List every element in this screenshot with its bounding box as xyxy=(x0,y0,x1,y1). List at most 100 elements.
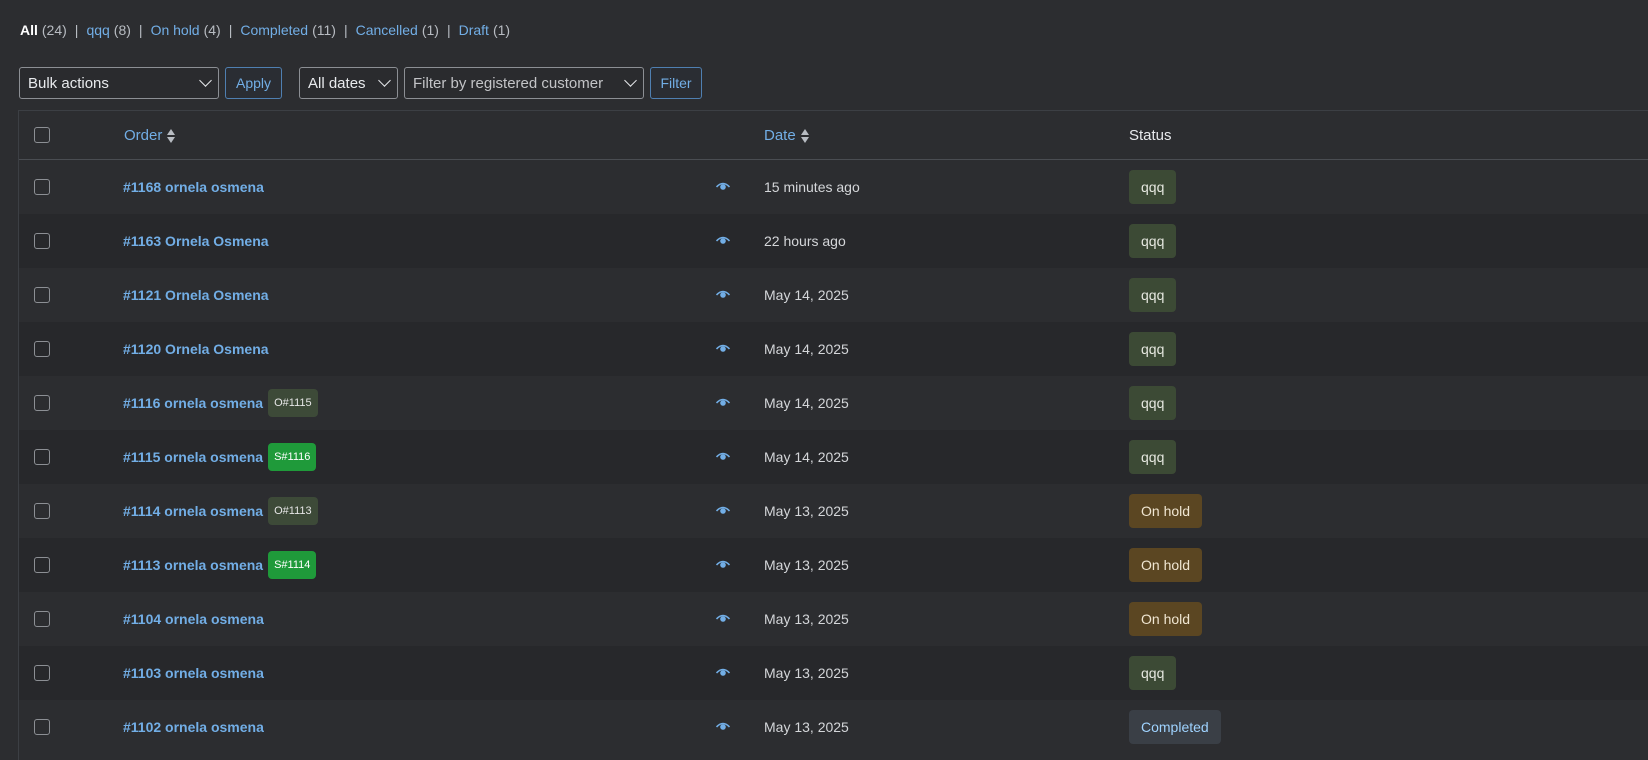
nav-separator: | xyxy=(446,22,451,38)
nav-separator: | xyxy=(228,22,233,38)
status-filter-all[interactable]: All xyxy=(20,22,38,38)
orders-table: Order Date Status #1168 ornela osmena 15 … xyxy=(18,110,1648,760)
status-filter-count: (1) xyxy=(421,22,439,38)
bulk-actions-select[interactable]: Bulk actions xyxy=(19,67,219,99)
preview-eye-icon[interactable] xyxy=(716,181,730,193)
date-filter-select[interactable]: All dates xyxy=(299,67,398,99)
order-date: 15 minutes ago xyxy=(764,179,860,195)
table-row: #1121 Ornela Osmena May 14, 2025 qqq xyxy=(19,268,1648,322)
status-filter-qqq[interactable]: qqq xyxy=(86,22,109,38)
status-filter-on-hold[interactable]: On hold xyxy=(151,22,200,38)
order-cell: #1168 ornela osmena xyxy=(123,160,264,214)
order-cell: #1120 Ornela Osmena xyxy=(123,322,269,376)
status-badge: On hold xyxy=(1129,602,1203,636)
order-tag[interactable]: O#1115 xyxy=(268,389,318,417)
order-date: May 13, 2025 xyxy=(764,611,849,627)
row-checkbox[interactable] xyxy=(34,719,50,735)
preview-eye-icon[interactable] xyxy=(716,343,730,355)
row-checkbox[interactable] xyxy=(34,449,50,465)
row-checkbox[interactable] xyxy=(34,287,50,303)
column-date-label: Date xyxy=(764,127,796,144)
status-cell: qqq xyxy=(1129,440,1177,474)
preview-eye-icon[interactable] xyxy=(716,613,730,625)
table-row: #1115 ornela osmena S#1116 May 14, 2025 qqq xyxy=(19,430,1648,484)
preview-eye-icon[interactable] xyxy=(716,451,730,463)
order-link[interactable]: #1116 ornela osmena xyxy=(123,395,263,411)
row-checkbox[interactable] xyxy=(34,611,50,627)
table-nav-top: Bulk actions Apply All dates Filter by r… xyxy=(19,67,702,99)
status-cell: On hold xyxy=(1129,494,1203,528)
table-row: #1168 ornela osmena 15 minutes ago qqq xyxy=(19,160,1648,214)
order-date: May 13, 2025 xyxy=(764,503,849,519)
row-checkbox[interactable] xyxy=(34,557,50,573)
bulk-actions-value: Bulk actions xyxy=(28,74,109,92)
order-date: May 14, 2025 xyxy=(764,287,849,303)
order-cell: #1113 ornela osmena S#1114 xyxy=(123,538,317,592)
preview-eye-icon[interactable] xyxy=(716,559,730,571)
chevron-down-icon xyxy=(199,74,212,87)
preview-eye-icon[interactable] xyxy=(716,667,730,679)
preview-eye-icon[interactable] xyxy=(716,505,730,517)
order-date: May 14, 2025 xyxy=(764,395,849,411)
sort-icon xyxy=(800,128,809,143)
order-link[interactable]: #1121 Ornela Osmena xyxy=(123,287,269,303)
status-badge: qqq xyxy=(1129,224,1177,258)
order-cell: #1102 ornela osmena xyxy=(123,700,264,754)
filter-button[interactable]: Filter xyxy=(650,67,702,99)
status-badge: qqq xyxy=(1129,278,1177,312)
order-cell: #1116 ornela osmena O#1115 xyxy=(123,376,318,430)
select-all-checkbox[interactable] xyxy=(34,127,50,143)
table-row: #1103 ornela osmena May 13, 2025 qqq xyxy=(19,646,1648,700)
order-date: May 14, 2025 xyxy=(764,341,849,357)
status-cell: qqq xyxy=(1129,278,1177,312)
order-link[interactable]: #1102 ornela osmena xyxy=(123,719,264,735)
table-row: #1104 ornela osmena May 13, 2025 On hold xyxy=(19,592,1648,646)
order-link[interactable]: #1163 Ornela Osmena xyxy=(123,233,269,249)
order-date: May 13, 2025 xyxy=(764,665,849,681)
order-tag[interactable]: O#1113 xyxy=(268,497,318,525)
status-badge: qqq xyxy=(1129,386,1177,420)
order-date: May 13, 2025 xyxy=(764,719,849,735)
nav-separator: | xyxy=(138,22,143,38)
row-checkbox[interactable] xyxy=(34,665,50,681)
status-cell: qqq xyxy=(1129,332,1177,366)
status-filter-cancelled[interactable]: Cancelled xyxy=(356,22,418,38)
table-header: Order Date Status xyxy=(19,111,1648,160)
order-cell: #1163 Ornela Osmena xyxy=(123,214,269,268)
order-link[interactable]: #1104 ornela osmena xyxy=(123,611,264,627)
order-link[interactable]: #1120 Ornela Osmena xyxy=(123,341,269,357)
status-cell: qqq xyxy=(1129,224,1177,258)
preview-eye-icon[interactable] xyxy=(716,235,730,247)
row-checkbox[interactable] xyxy=(34,503,50,519)
nav-separator: | xyxy=(343,22,348,38)
status-filter-draft[interactable]: Draft xyxy=(459,22,489,38)
table-row: #1163 Ornela Osmena 22 hours ago qqq xyxy=(19,214,1648,268)
subscription-tag[interactable]: S#1116 xyxy=(268,443,317,471)
order-link[interactable]: #1103 ornela osmena xyxy=(123,665,264,681)
column-date-sortable[interactable]: Date xyxy=(764,127,809,144)
order-cell: #1121 Ornela Osmena xyxy=(123,268,269,322)
order-date: May 13, 2025 xyxy=(764,557,849,573)
status-filter-completed[interactable]: Completed xyxy=(240,22,308,38)
order-cell: #1103 ornela osmena xyxy=(123,646,264,700)
preview-eye-icon[interactable] xyxy=(716,289,730,301)
order-link[interactable]: #1114 ornela osmena xyxy=(123,503,263,519)
row-checkbox[interactable] xyxy=(34,233,50,249)
row-checkbox[interactable] xyxy=(34,341,50,357)
customer-filter-select[interactable]: Filter by registered customer xyxy=(404,67,644,99)
table-row: #1102 ornela osmena May 13, 2025 Completed xyxy=(19,700,1648,754)
apply-button[interactable]: Apply xyxy=(225,67,282,99)
order-link[interactable]: #1115 ornela osmena xyxy=(123,449,263,465)
order-link[interactable]: #1113 ornela osmena xyxy=(123,557,263,573)
preview-eye-icon[interactable] xyxy=(716,397,730,409)
row-checkbox[interactable] xyxy=(34,395,50,411)
status-badge: qqq xyxy=(1129,332,1177,366)
preview-eye-icon[interactable] xyxy=(716,721,730,733)
status-cell: qqq xyxy=(1129,656,1177,690)
table-row: #1120 Ornela Osmena May 14, 2025 qqq xyxy=(19,322,1648,376)
chevron-down-icon xyxy=(624,74,637,87)
subscription-tag[interactable]: S#1114 xyxy=(268,551,317,579)
row-checkbox[interactable] xyxy=(34,179,50,195)
order-link[interactable]: #1168 ornela osmena xyxy=(123,179,264,195)
column-order-sortable[interactable]: Order xyxy=(124,127,176,144)
